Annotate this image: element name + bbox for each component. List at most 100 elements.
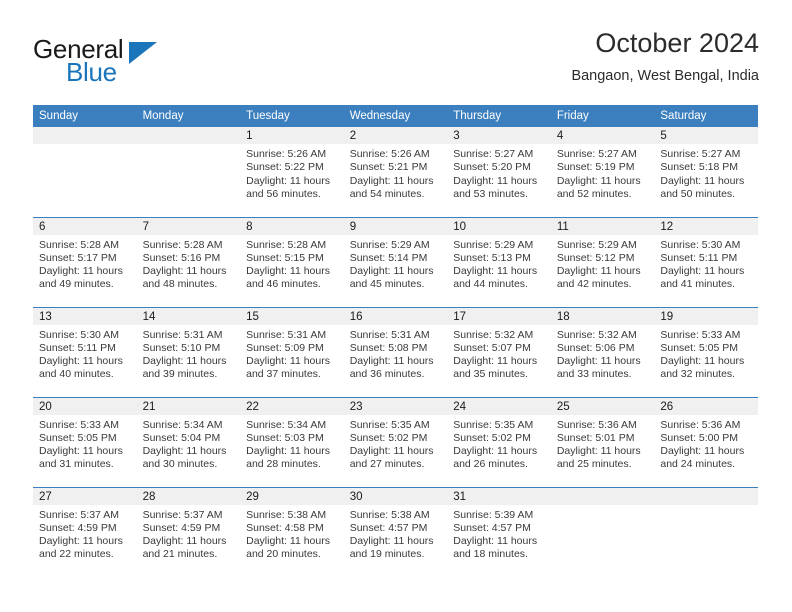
day-details: Sunrise: 5:37 AM Sunset: 4:59 PM Dayligh… xyxy=(33,505,137,562)
sunrise-text: Sunrise: 5:33 AM xyxy=(39,418,119,431)
day-details: Sunrise: 5:35 AM Sunset: 5:02 PM Dayligh… xyxy=(447,415,551,472)
day-cell[interactable]: 17 Sunrise: 5:32 AM Sunset: 5:07 PM Dayl… xyxy=(447,306,551,397)
weekday-header-tuesday: Tuesday xyxy=(240,105,344,127)
sunset-text: Sunset: 5:04 PM xyxy=(142,431,221,444)
daylight-text-line2: and 37 minutes. xyxy=(246,368,321,381)
sunset-text: Sunset: 5:17 PM xyxy=(39,251,117,264)
day-number: 13 xyxy=(33,307,137,325)
sunset-text: Sunset: 5:11 PM xyxy=(39,341,116,354)
weekday-header-monday: Monday xyxy=(136,105,241,127)
day-details: Sunrise: 5:33 AM Sunset: 5:05 PM Dayligh… xyxy=(33,415,137,472)
day-cell[interactable]: 21 Sunrise: 5:34 AM Sunset: 5:04 PM Dayl… xyxy=(136,396,241,487)
sunrise-text: Sunrise: 5:31 AM xyxy=(349,328,430,341)
day-cell[interactable]: 15 Sunrise: 5:31 AM Sunset: 5:09 PM Dayl… xyxy=(240,306,344,397)
sunrise-text: Sunrise: 5:28 AM xyxy=(142,238,223,251)
day-cell[interactable]: 8 Sunrise: 5:28 AM Sunset: 5:15 PM Dayli… xyxy=(240,216,344,307)
day-cell[interactable]: 29 Sunrise: 5:38 AM Sunset: 4:58 PM Dayl… xyxy=(240,486,344,577)
sunset-text: Sunset: 5:22 PM xyxy=(246,161,324,174)
day-cell[interactable]: 31 Sunrise: 5:39 AM Sunset: 4:57 PM Dayl… xyxy=(447,486,551,577)
sunset-text: Sunset: 5:13 PM xyxy=(453,251,531,264)
daylight-text-line2: and 24 minutes. xyxy=(660,458,736,471)
day-number: 16 xyxy=(343,307,448,325)
day-cell[interactable]: 7 Sunrise: 5:28 AM Sunset: 5:16 PM Dayli… xyxy=(136,216,241,307)
day-cell[interactable]: 20 Sunrise: 5:33 AM Sunset: 5:05 PM Dayl… xyxy=(33,396,137,487)
calendar-week-row: 1 Sunrise: 5:26 AM Sunset: 5:22 PM Dayli… xyxy=(33,127,758,217)
day-cell[interactable]: 23 Sunrise: 5:35 AM Sunset: 5:02 PM Dayl… xyxy=(343,396,448,487)
sunrise-text: Sunrise: 5:35 AM xyxy=(453,418,534,431)
daylight-text-line2: and 44 minutes. xyxy=(453,278,528,291)
sunrise-text: Sunrise: 5:30 AM xyxy=(39,328,119,341)
day-cell[interactable] xyxy=(33,127,137,217)
sunrise-text: Sunrise: 5:29 AM xyxy=(453,238,534,251)
day-cell[interactable]: 13 Sunrise: 5:30 AM Sunset: 5:11 PM Dayl… xyxy=(33,306,137,397)
day-details: Sunrise: 5:32 AM Sunset: 5:07 PM Dayligh… xyxy=(447,325,551,382)
calendar-page: General Blue October 2024 Bangaon, West … xyxy=(0,0,792,612)
day-number: 18 xyxy=(550,307,655,325)
daylight-text-line1: Daylight: 11 hours xyxy=(660,265,745,278)
sunset-text: Sunset: 5:07 PM xyxy=(453,341,531,354)
weekday-header-row: Sunday Monday Tuesday Wednesday Thursday… xyxy=(33,105,758,127)
daylight-text-line1: Daylight: 11 hours xyxy=(556,445,641,458)
daylight-text-line2: and 30 minutes. xyxy=(142,458,218,471)
day-cell[interactable]: 28 Sunrise: 5:37 AM Sunset: 4:59 PM Dayl… xyxy=(136,486,241,577)
day-cell[interactable]: 9 Sunrise: 5:29 AM Sunset: 5:14 PM Dayli… xyxy=(343,216,448,307)
sunrise-text: Sunrise: 5:36 AM xyxy=(556,418,637,431)
day-cell[interactable]: 25 Sunrise: 5:36 AM Sunset: 5:01 PM Dayl… xyxy=(550,396,655,487)
day-cell[interactable]: 22 Sunrise: 5:34 AM Sunset: 5:03 PM Dayl… xyxy=(240,396,344,487)
day-cell[interactable]: 3 Sunrise: 5:27 AM Sunset: 5:20 PM Dayli… xyxy=(447,127,551,217)
day-cell[interactable] xyxy=(136,127,241,217)
sunset-text: Sunset: 5:01 PM xyxy=(556,431,635,444)
sunset-text: Sunset: 5:18 PM xyxy=(660,161,739,174)
day-cell[interactable] xyxy=(654,486,758,577)
day-details: Sunrise: 5:30 AM Sunset: 5:11 PM Dayligh… xyxy=(33,325,137,382)
day-cell[interactable]: 16 Sunrise: 5:31 AM Sunset: 5:08 PM Dayl… xyxy=(343,306,448,397)
day-cell[interactable]: 24 Sunrise: 5:35 AM Sunset: 5:02 PM Dayl… xyxy=(447,396,551,487)
day-number: 7 xyxy=(136,217,241,235)
day-cell[interactable]: 1 Sunrise: 5:26 AM Sunset: 5:22 PM Dayli… xyxy=(240,127,344,217)
day-cell[interactable]: 2 Sunrise: 5:26 AM Sunset: 5:21 PM Dayli… xyxy=(343,127,448,217)
day-details: Sunrise: 5:39 AM Sunset: 4:57 PM Dayligh… xyxy=(447,505,551,562)
sunrise-text: Sunrise: 5:28 AM xyxy=(39,238,119,251)
day-details: Sunrise: 5:38 AM Sunset: 4:57 PM Dayligh… xyxy=(344,505,448,562)
day-cell[interactable]: 11 Sunrise: 5:29 AM Sunset: 5:12 PM Dayl… xyxy=(550,216,655,307)
daylight-text-line2: and 36 minutes. xyxy=(349,368,425,381)
daylight-text-line2: and 20 minutes. xyxy=(246,548,321,561)
sunset-text: Sunset: 4:58 PM xyxy=(246,521,324,534)
daylight-text-line1: Daylight: 11 hours xyxy=(556,174,641,187)
day-cell[interactable]: 5 Sunrise: 5:27 AM Sunset: 5:18 PM Dayli… xyxy=(654,127,758,217)
day-details: Sunrise: 5:38 AM Sunset: 4:58 PM Dayligh… xyxy=(240,505,344,562)
page-title: October 2024 xyxy=(595,28,759,58)
day-details: Sunrise: 5:28 AM Sunset: 5:17 PM Dayligh… xyxy=(33,235,137,292)
day-cell[interactable]: 30 Sunrise: 5:38 AM Sunset: 4:57 PM Dayl… xyxy=(343,486,448,577)
day-cell[interactable]: 12 Sunrise: 5:30 AM Sunset: 5:11 PM Dayl… xyxy=(654,216,758,307)
day-cell[interactable]: 18 Sunrise: 5:32 AM Sunset: 5:06 PM Dayl… xyxy=(550,306,655,397)
day-cell[interactable]: 26 Sunrise: 5:36 AM Sunset: 5:00 PM Dayl… xyxy=(654,396,758,487)
day-cell[interactable] xyxy=(550,486,655,577)
day-cell[interactable]: 27 Sunrise: 5:37 AM Sunset: 4:59 PM Dayl… xyxy=(33,486,137,577)
calendar-week-row: 27 Sunrise: 5:37 AM Sunset: 4:59 PM Dayl… xyxy=(33,486,758,577)
day-number xyxy=(654,487,758,505)
sunrise-text: Sunrise: 5:31 AM xyxy=(246,328,327,341)
day-cell[interactable]: 19 Sunrise: 5:33 AM Sunset: 5:05 PM Dayl… xyxy=(654,306,758,397)
day-number: 11 xyxy=(550,217,655,235)
day-number: 31 xyxy=(447,487,551,505)
day-cell[interactable]: 10 Sunrise: 5:29 AM Sunset: 5:13 PM Dayl… xyxy=(447,216,551,307)
logo-text-blue: Blue xyxy=(66,57,117,87)
day-cell[interactable]: 4 Sunrise: 5:27 AM Sunset: 5:19 PM Dayli… xyxy=(550,127,655,217)
daylight-text-line2: and 48 minutes. xyxy=(142,278,218,291)
day-cell[interactable]: 14 Sunrise: 5:31 AM Sunset: 5:10 PM Dayl… xyxy=(136,306,241,397)
daylight-text-line1: Daylight: 11 hours xyxy=(39,445,123,458)
sunset-text: Sunset: 5:08 PM xyxy=(349,341,428,354)
calendar-week-row: 20 Sunrise: 5:33 AM Sunset: 5:05 PM Dayl… xyxy=(33,396,758,487)
day-details: Sunrise: 5:28 AM Sunset: 5:15 PM Dayligh… xyxy=(240,235,344,292)
weekday-header-saturday: Saturday xyxy=(654,105,758,127)
sunrise-text: Sunrise: 5:38 AM xyxy=(246,508,327,521)
day-details: Sunrise: 5:29 AM Sunset: 5:13 PM Dayligh… xyxy=(447,235,551,292)
title-block: October 2024 Bangaon, West Bengal, India xyxy=(571,26,759,86)
daylight-text-line1: Daylight: 11 hours xyxy=(349,174,434,187)
day-number: 28 xyxy=(136,487,241,505)
day-cell[interactable]: 6 Sunrise: 5:28 AM Sunset: 5:17 PM Dayli… xyxy=(33,216,137,307)
sunset-text: Sunset: 4:59 PM xyxy=(142,521,221,534)
day-details: Sunrise: 5:33 AM Sunset: 5:05 PM Dayligh… xyxy=(654,325,758,382)
sunset-text: Sunset: 5:02 PM xyxy=(453,431,531,444)
